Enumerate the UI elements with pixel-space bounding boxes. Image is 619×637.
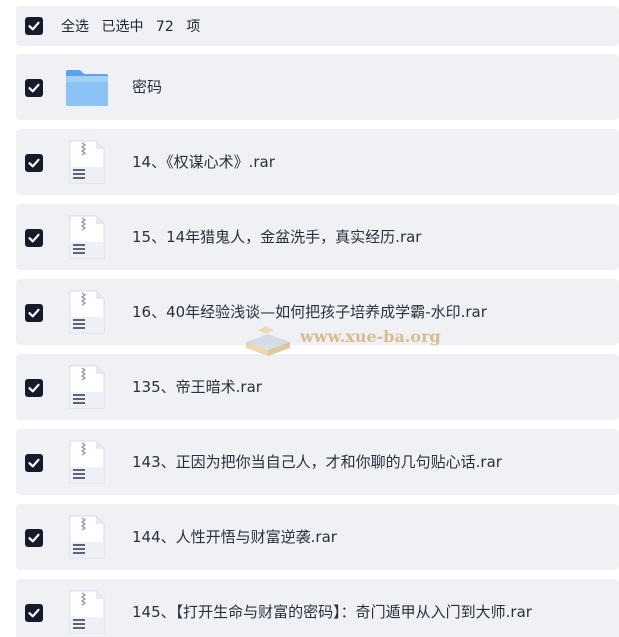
checkmark-icon xyxy=(28,308,40,318)
checkmark-icon xyxy=(28,233,40,243)
file-name[interactable]: 15、14年猎鬼人，金盆洗手，真实经历.rar xyxy=(132,226,421,247)
file-name[interactable]: 密码 xyxy=(132,76,162,97)
folder-icon xyxy=(66,70,108,106)
file-name[interactable]: 135、帝王暗术.rar xyxy=(132,376,262,397)
checkmark-icon xyxy=(28,608,40,618)
file-name[interactable]: 14、《权谋心术》.rar xyxy=(132,151,275,172)
list-item[interactable]: 15、14年猎鬼人，金盆洗手，真实经历.rar xyxy=(16,204,619,270)
archive-file-icon xyxy=(69,590,105,634)
list-item[interactable]: 135、帝王暗术.rar xyxy=(16,354,619,420)
item-checkbox[interactable] xyxy=(25,79,43,97)
selection-summary: 全选 已选中 72 项 xyxy=(61,16,208,36)
list-item[interactable]: 145、【打开生命与财富的密码】：奇门遁甲从入门到大师.rar xyxy=(16,579,619,637)
item-checkbox[interactable] xyxy=(25,304,43,322)
file-name[interactable]: 16、40年经验浅谈—如何把孩子培养成学霸-水印.rar xyxy=(132,301,487,322)
select-all-label[interactable]: 全选 xyxy=(61,19,89,35)
item-checkbox[interactable] xyxy=(25,529,43,547)
file-name[interactable]: 145、【打开生命与财富的密码】：奇门遁甲从入门到大师.rar xyxy=(132,601,532,622)
selected-count: 72 xyxy=(155,19,174,35)
select-all-checkbox[interactable] xyxy=(25,17,43,35)
list-item[interactable]: 16、40年经验浅谈—如何把孩子培养成学霸-水印.rar xyxy=(16,279,619,345)
checkmark-icon xyxy=(28,383,40,393)
archive-file-icon xyxy=(69,365,105,409)
list-item[interactable]: 143、正因为把你当自己人，才和你聊的几句贴心话.rar xyxy=(16,429,619,495)
item-checkbox[interactable] xyxy=(25,379,43,397)
checkmark-icon xyxy=(28,158,40,168)
file-name[interactable]: 143、正因为把你当自己人，才和你聊的几句贴心话.rar xyxy=(132,451,502,472)
selected-suffix: 项 xyxy=(186,19,201,35)
list-item[interactable]: 密码 xyxy=(16,54,619,120)
item-checkbox[interactable] xyxy=(25,229,43,247)
selected-prefix: 已选中 xyxy=(101,19,144,35)
checkmark-icon xyxy=(28,533,40,543)
select-all-bar: 全选 已选中 72 项 xyxy=(16,6,619,46)
archive-file-icon xyxy=(69,440,105,484)
list-item[interactable]: 14、《权谋心术》.rar xyxy=(16,129,619,195)
archive-file-icon xyxy=(69,515,105,559)
item-checkbox[interactable] xyxy=(25,604,43,622)
list-item[interactable]: 144、人性开悟与财富逆袭.rar xyxy=(16,504,619,570)
archive-file-icon xyxy=(69,140,105,184)
item-checkbox[interactable] xyxy=(25,154,43,172)
checkmark-icon xyxy=(28,458,40,468)
checkmark-icon xyxy=(28,21,40,31)
item-checkbox[interactable] xyxy=(25,454,43,472)
archive-file-icon xyxy=(69,290,105,334)
checkmark-icon xyxy=(28,83,40,93)
file-list-panel: 全选 已选中 72 项 密码 14、《权谋心术》.rar 15、14年猎鬼人，金… xyxy=(0,0,619,637)
archive-file-icon xyxy=(69,215,105,259)
file-name[interactable]: 144、人性开悟与财富逆袭.rar xyxy=(132,526,337,547)
